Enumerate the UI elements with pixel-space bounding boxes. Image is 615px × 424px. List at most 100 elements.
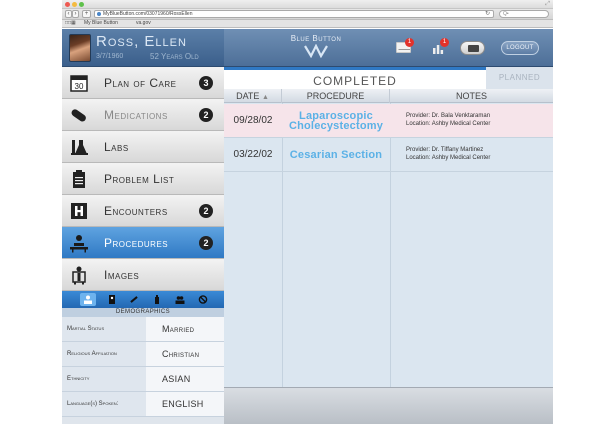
count-badge: 2 — [199, 108, 213, 122]
demographic-value: Married — [146, 317, 224, 341]
demographic-row: Language(s) Spoken: ENGLISH — [62, 392, 224, 417]
count-badge: 2 — [199, 204, 213, 218]
provider-text: Provider: Dr. Tiffany Martinez — [406, 147, 484, 153]
forward-button[interactable]: › — [72, 10, 79, 18]
count-badge: 2 — [199, 236, 213, 250]
tab-allergies[interactable] — [195, 293, 211, 306]
column-header-date[interactable]: DATE ▲ — [224, 89, 282, 103]
lab-flask-icon — [71, 140, 88, 155]
demographic-row: Religious Affiliation Christian — [62, 342, 224, 367]
provider-text: Provider: Dr. Bala Venktaraman — [406, 113, 491, 119]
patient-name: Ross, Ellen — [96, 33, 187, 50]
browser-toolbar: ‹ › + MyBlueButton.com/03071960/RossElle… — [62, 9, 553, 20]
sidebar: 30 Plan of Care 3 Medications 2 Labs Pro… — [62, 67, 224, 424]
bookmark-my-blue-button[interactable]: My Blue Button — [84, 20, 118, 27]
sidebar-item-label: Encounters — [104, 204, 168, 218]
reload-icon[interactable]: ↻ — [485, 11, 490, 17]
pill-icon — [71, 109, 86, 122]
tab-id-card[interactable] — [104, 293, 120, 306]
id-card-icon — [109, 295, 115, 304]
column-header-procedure[interactable]: PROCEDURE — [282, 89, 390, 103]
browser-window: ⤢ ‹ › + MyBlueButton.com/03071960/RossEl… — [62, 0, 553, 424]
zoom-window-button[interactable] — [79, 2, 84, 7]
search-placeholder: Q• — [503, 11, 509, 17]
url-text: MyBlueButton.com/03071960/RossEllen — [103, 11, 193, 17]
sidebar-item-images[interactable]: Images — [62, 259, 224, 291]
sort-ascending-icon: ▲ — [261, 94, 269, 101]
title-bar: ⤢ — [62, 0, 553, 9]
back-button[interactable]: ‹ — [65, 10, 72, 18]
demographic-row: Martial Status Married — [62, 317, 224, 342]
demographics-title: DEMOGRAPHICS — [62, 308, 224, 317]
procedure-date: 03/22/02 — [233, 149, 273, 160]
sidebar-item-labs[interactable]: Labs — [62, 131, 224, 163]
print-button[interactable] — [460, 41, 485, 55]
svg-text:30: 30 — [75, 82, 84, 91]
status-tab-bar: COMPLETED PLANNED — [224, 67, 553, 89]
demographic-label: Martial Status — [62, 317, 146, 341]
column-header-label: DATE — [236, 91, 260, 101]
no-symbol-icon — [198, 295, 208, 304]
table-row[interactable]: 09/28/02 Laparoscopic Cholecystectomy Pr… — [224, 104, 553, 138]
tab-planned[interactable]: PLANNED — [486, 67, 553, 89]
column-header-notes[interactable]: NOTES — [390, 89, 553, 103]
procedure-date: 09/28/02 — [233, 115, 273, 126]
bottle-icon — [155, 295, 159, 304]
minimize-window-button[interactable] — [72, 2, 77, 7]
bookmark-va-gov[interactable]: va.gov — [136, 20, 151, 27]
tab-vitals[interactable] — [149, 293, 165, 306]
column-header-label: PROCEDURE — [306, 91, 365, 101]
demographic-value: Christian — [146, 342, 224, 366]
globe-icon — [97, 12, 101, 16]
sidebar-item-problem-list[interactable]: Problem List — [62, 163, 224, 195]
demographic-row: Ethnicity ASIAN — [62, 367, 224, 392]
url-field[interactable]: MyBlueButton.com/03071960/RossEllen ↻ — [94, 10, 494, 18]
add-tab-button[interactable]: + — [82, 10, 91, 18]
column-header-label: NOTES — [455, 91, 487, 101]
tab-immunizations[interactable] — [126, 293, 142, 306]
sidebar-item-encounters[interactable]: Encounters 2 — [62, 195, 224, 227]
patient-dob: 3/7/1960 — [96, 53, 124, 60]
procedure-name[interactable]: Cesarian Section — [282, 138, 390, 172]
demographic-value: ENGLISH — [146, 392, 224, 416]
tab-demographics[interactable] — [80, 293, 96, 306]
printer-icon — [468, 45, 479, 52]
tab-contacts[interactable] — [172, 293, 188, 306]
calendar-icon: 30 — [70, 75, 88, 92]
procedure-name[interactable]: Laparoscopic Cholecystectomy — [282, 104, 390, 138]
mail-badge: 1 — [405, 38, 414, 47]
bookmarks-bar: □□▦ My Blue Button va.gov — [62, 20, 553, 28]
sidebar-item-procedures[interactable]: Procedures 2 — [62, 227, 224, 259]
chart-badge: 1 — [440, 38, 449, 47]
app-title: Blue Button — [290, 34, 342, 43]
sidebar-item-label: Images — [104, 268, 140, 282]
sidebar-item-label: Labs — [104, 140, 129, 154]
logout-button[interactable]: LOGOUT — [501, 41, 539, 55]
sidebar-item-medications[interactable]: Medications 2 — [62, 99, 224, 131]
location-text: Location: Ashby Medical Center — [406, 155, 491, 161]
sidebar-item-plan-of-care[interactable]: 30 Plan of Care 3 — [62, 67, 224, 99]
table-row[interactable]: 03/22/02 Cesarian Section Provider: Dr. … — [224, 138, 553, 172]
blue-button-app: Ross, Ellen 3/7/1960 52 Years Old Blue B… — [62, 29, 553, 424]
tab-completed[interactable]: COMPLETED — [224, 67, 486, 89]
procedures-panel: COMPLETED PLANNED DATE ▲ PROCEDURE NOTES… — [224, 67, 553, 424]
patient-header: Ross, Ellen 3/7/1960 52 Years Old — [62, 29, 224, 67]
fullscreen-icon[interactable]: ⤢ — [545, 1, 550, 7]
sidebar-item-label: Problem List — [104, 172, 175, 186]
procedure-notes: Provider: Dr. Bala Venktaraman Location:… — [406, 112, 551, 128]
reading-list-icon[interactable]: □□▦ — [65, 20, 76, 27]
demographic-value: ASIAN — [146, 367, 224, 391]
contacts-icon — [175, 296, 185, 304]
demographic-label: Religious Affiliation — [62, 342, 146, 366]
hospital-icon — [71, 203, 87, 219]
xray-icon — [72, 266, 86, 285]
location-text: Location: Ashby Medical Center — [406, 121, 491, 127]
clipboard-icon — [73, 170, 85, 188]
close-window-button[interactable] — [65, 2, 70, 7]
patient-age: 52 Years Old — [150, 52, 199, 61]
va-logo-icon — [304, 44, 328, 58]
search-input[interactable]: Q• — [499, 10, 549, 18]
sidebar-item-label: Plan of Care — [104, 76, 177, 90]
surgery-icon — [70, 235, 88, 253]
avatar — [69, 34, 91, 62]
